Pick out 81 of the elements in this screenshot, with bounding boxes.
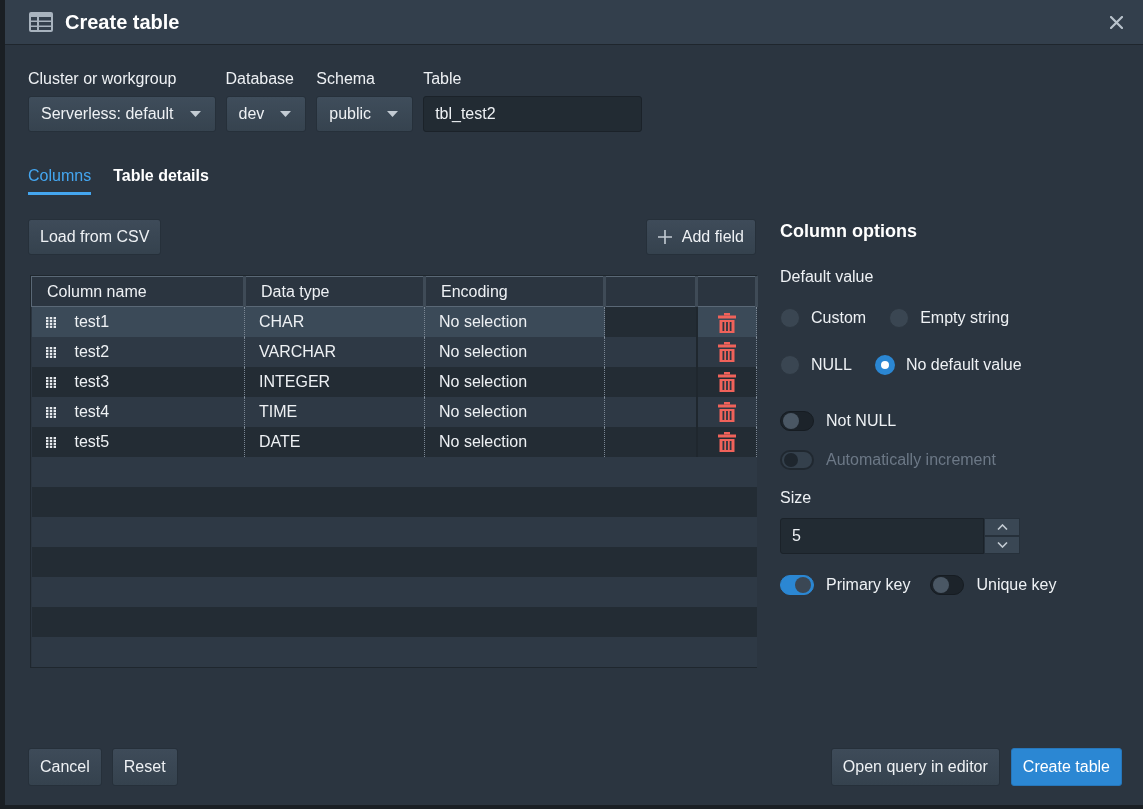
grip-icon xyxy=(45,346,56,358)
table-cell: CHAR xyxy=(244,306,425,337)
delete-button[interactable] xyxy=(717,312,736,333)
radio-label: Custom xyxy=(811,308,867,328)
close-icon xyxy=(1110,15,1123,29)
table-cell: No selection xyxy=(424,306,605,337)
decrement-button[interactable] xyxy=(984,536,1020,554)
table-row[interactable]: test2 VARCHAR No selection xyxy=(31,336,757,367)
table-icon xyxy=(29,12,53,32)
delete-button[interactable] xyxy=(717,342,736,363)
table-cell: No selection xyxy=(424,336,605,367)
toggle-switch[interactable] xyxy=(780,411,814,431)
table-row[interactable]: test5 DATE No selection xyxy=(31,426,757,457)
delete-button[interactable] xyxy=(717,372,736,393)
section-title: Column options xyxy=(780,220,918,243)
dropdown[interactable]: public xyxy=(316,96,414,132)
dialog-title: Create table xyxy=(65,10,180,34)
table-cell: test5 xyxy=(74,432,110,450)
reset-button[interactable]: Reset xyxy=(111,748,178,786)
table-cell: TIME xyxy=(244,396,425,427)
grip-icon xyxy=(45,316,56,328)
primary-button[interactable]: Create table xyxy=(1010,748,1122,786)
trash-icon xyxy=(717,342,736,363)
trash-icon xyxy=(717,312,736,333)
field-label: Cluster or workgroup xyxy=(28,69,178,89)
table-cell: No selection xyxy=(424,396,605,427)
field-label: Table xyxy=(423,69,463,89)
dropdown[interactable]: Serverless: default xyxy=(28,96,216,132)
table-row[interactable]: test3 INTEGER No selection xyxy=(31,366,757,397)
grip-icon xyxy=(45,376,56,388)
tab[interactable]: Columns xyxy=(28,166,92,195)
text-input[interactable]: tbl_test2 xyxy=(423,96,643,132)
number-input[interactable]: 5 xyxy=(780,518,984,554)
plus-icon xyxy=(657,230,672,244)
table-cell: VARCHAR xyxy=(244,336,425,367)
chevron-down-icon xyxy=(996,542,1008,548)
toggle-switch[interactable] xyxy=(780,575,814,595)
tab[interactable]: Table details xyxy=(113,166,209,195)
cancel-button[interactable]: Cancel xyxy=(28,748,102,786)
field-label: Database xyxy=(225,69,295,89)
column-header[interactable]: Encoding xyxy=(424,276,605,307)
trash-icon xyxy=(717,432,736,453)
toggle-label: Primary key xyxy=(826,575,911,595)
caret-icon xyxy=(280,111,292,117)
table-row[interactable]: test4 TIME No selection xyxy=(31,396,757,427)
radio-button[interactable] xyxy=(874,355,895,375)
radio-label: No default value xyxy=(905,355,1022,375)
field-label: Default value xyxy=(780,267,875,287)
table-cell: INTEGER xyxy=(244,366,425,397)
toggle-label: Not NULL xyxy=(826,411,897,431)
table-cell: test1 xyxy=(74,312,110,330)
chevron-up-icon xyxy=(996,524,1008,530)
field-label: Size xyxy=(780,488,813,508)
table-cell: No selection xyxy=(424,426,605,457)
toggle-label: Unique key xyxy=(976,575,1057,595)
table-cell: test4 xyxy=(74,402,110,420)
toggle-label: Automatically increment xyxy=(826,450,996,470)
grip-icon xyxy=(45,406,56,418)
column-header[interactable]: Column name xyxy=(31,276,245,307)
dropdown[interactable]: dev xyxy=(225,96,307,132)
radio-label: NULL xyxy=(811,355,852,375)
table-cell: DATE xyxy=(244,426,425,457)
radio-label: Empty string xyxy=(920,308,1010,328)
trash-icon xyxy=(717,402,736,423)
table-row[interactable]: test1 CHAR No selection xyxy=(31,306,757,337)
toggle-switch[interactable] xyxy=(930,575,965,595)
table-cell: test3 xyxy=(74,372,110,390)
delete-button[interactable] xyxy=(717,432,736,453)
column-header[interactable]: Data type xyxy=(244,276,425,307)
add-field-button[interactable]: Add field xyxy=(645,219,756,255)
secondary-button[interactable]: Open query in editor xyxy=(830,748,1000,786)
field-label: Schema xyxy=(316,69,376,89)
delete-button[interactable] xyxy=(717,402,736,423)
load-csv-button[interactable]: Load from CSV xyxy=(28,219,162,255)
caret-icon xyxy=(189,111,201,117)
trash-icon xyxy=(717,372,736,393)
caret-icon xyxy=(387,111,399,117)
table-cell: No selection xyxy=(424,366,605,397)
grip-icon xyxy=(45,436,56,448)
table-cell: test2 xyxy=(74,342,110,360)
increment-button[interactable] xyxy=(984,518,1020,536)
